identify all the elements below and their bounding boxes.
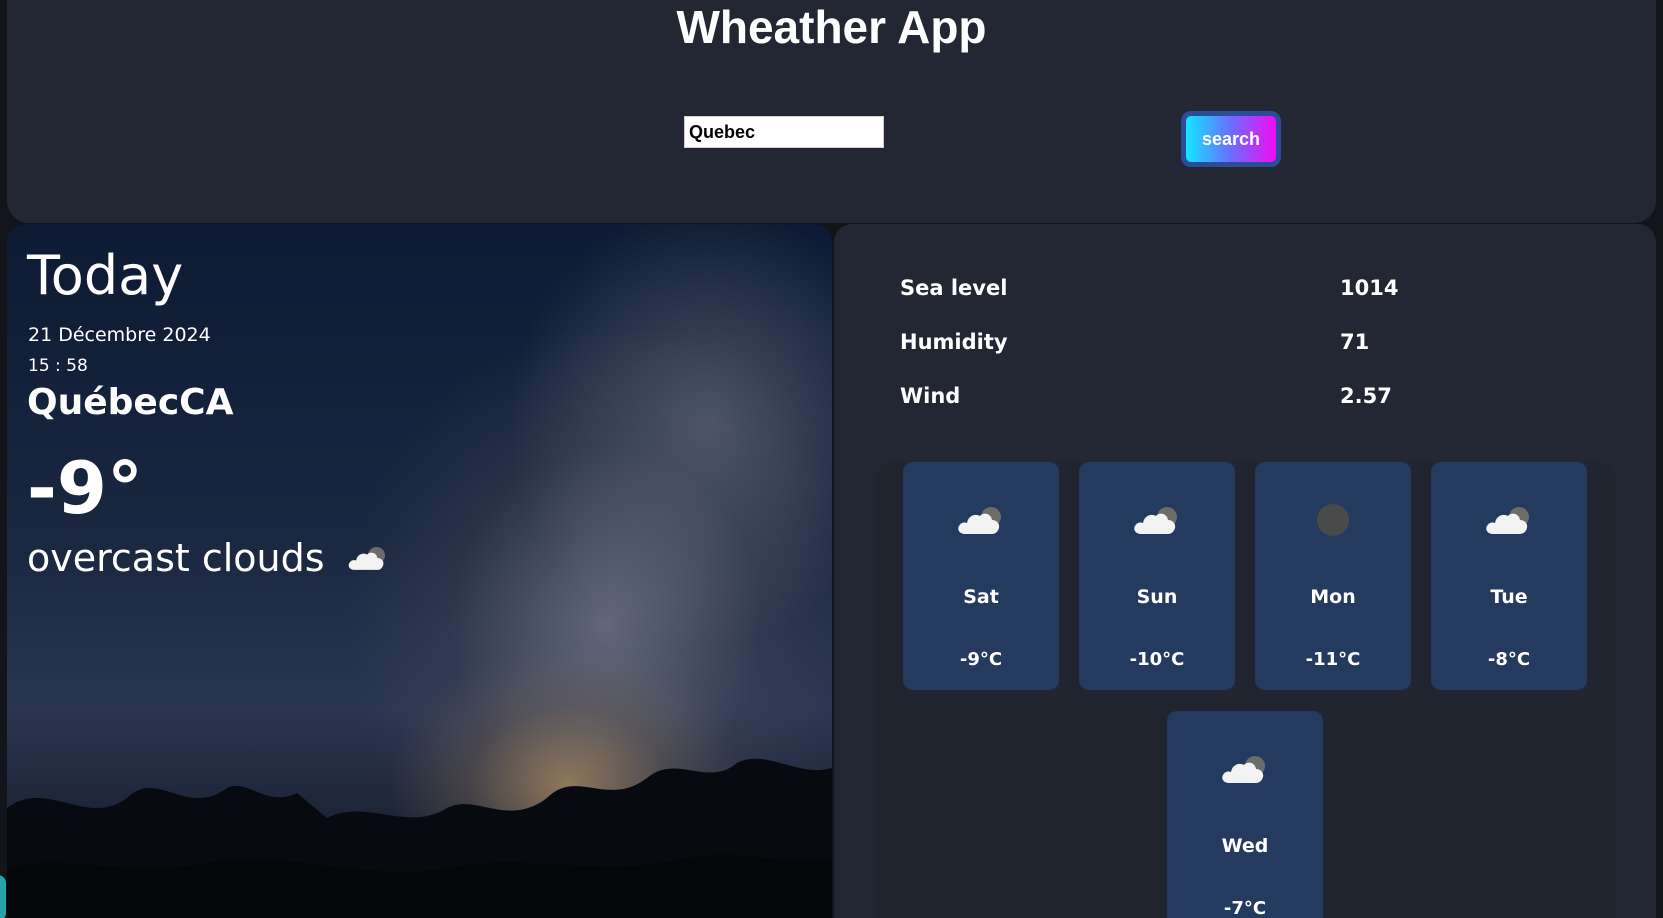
stat-value: 2.57 bbox=[1340, 384, 1392, 408]
stat-label: Wind bbox=[900, 384, 961, 408]
stat-label: Sea level bbox=[900, 276, 1008, 300]
cloud-icon bbox=[348, 546, 385, 570]
app-title: Wheather App bbox=[676, 1, 987, 53]
forecast-temp: -7°C bbox=[1223, 898, 1267, 918]
cloud-icon bbox=[1222, 756, 1265, 783]
forecast-day: Sun bbox=[1136, 586, 1178, 608]
weather-app: Wheather App search Today 21 Décembre 20… bbox=[0, 0, 1663, 918]
weather-description: overcast clouds bbox=[27, 536, 325, 580]
location-name: QuébecCA bbox=[27, 382, 234, 423]
forecast-day: Sat bbox=[963, 586, 999, 608]
stat-value: 71 bbox=[1340, 330, 1370, 354]
forecast-list: Sat -9°C Sun -10°C Mon -11°C Tue -8°C We… bbox=[874, 462, 1616, 918]
forecast-day: Mon bbox=[1310, 586, 1356, 608]
weather-description-row: overcast clouds bbox=[27, 536, 391, 580]
forecast-temp: -9°C bbox=[959, 649, 1003, 670]
stat-value: 1014 bbox=[1340, 276, 1399, 300]
search-input[interactable] bbox=[684, 116, 884, 148]
stat-label: Humidity bbox=[900, 330, 1008, 354]
forecast-temp: -8°C bbox=[1487, 649, 1531, 670]
stat-humidity: Humidity 71 bbox=[900, 330, 1400, 360]
today-heading: Today bbox=[27, 244, 184, 307]
forecast-temp: -11°C bbox=[1305, 649, 1361, 670]
forecast-day: Wed bbox=[1221, 835, 1269, 857]
forecast-card: Tue -8°C bbox=[1431, 462, 1587, 690]
stat-wind: Wind 2.57 bbox=[900, 384, 1400, 414]
forecast-temp: -10°C bbox=[1129, 649, 1185, 670]
cloud-icon bbox=[1134, 507, 1177, 534]
forecast-card: Wed -7°C bbox=[1167, 711, 1323, 918]
current-date: 21 Décembre 2024 bbox=[28, 324, 211, 346]
cloud-icon bbox=[958, 507, 1001, 534]
moon-icon bbox=[1317, 504, 1349, 536]
forecast-card: Sun -10°C bbox=[1079, 462, 1235, 690]
details-panel: Sea level 1014 Humidity 71 Wind 2.57 Sat… bbox=[834, 224, 1656, 918]
today-panel: Today 21 Décembre 2024 15 : 58 QuébecCA … bbox=[7, 224, 832, 918]
cloud-icon bbox=[1486, 507, 1529, 534]
forecast-card: Sat -9°C bbox=[903, 462, 1059, 690]
floating-widget-handle[interactable] bbox=[0, 875, 6, 918]
stat-sea-level: Sea level 1014 bbox=[900, 276, 1400, 306]
current-temperature: -9° bbox=[27, 446, 143, 530]
current-time: 15 : 58 bbox=[28, 356, 88, 376]
forecast-card: Mon -11°C bbox=[1255, 462, 1411, 690]
background-trees bbox=[7, 758, 832, 918]
forecast-day: Tue bbox=[1490, 586, 1528, 608]
search-button[interactable]: search bbox=[1181, 111, 1281, 167]
header: Wheather App search bbox=[7, 0, 1656, 223]
